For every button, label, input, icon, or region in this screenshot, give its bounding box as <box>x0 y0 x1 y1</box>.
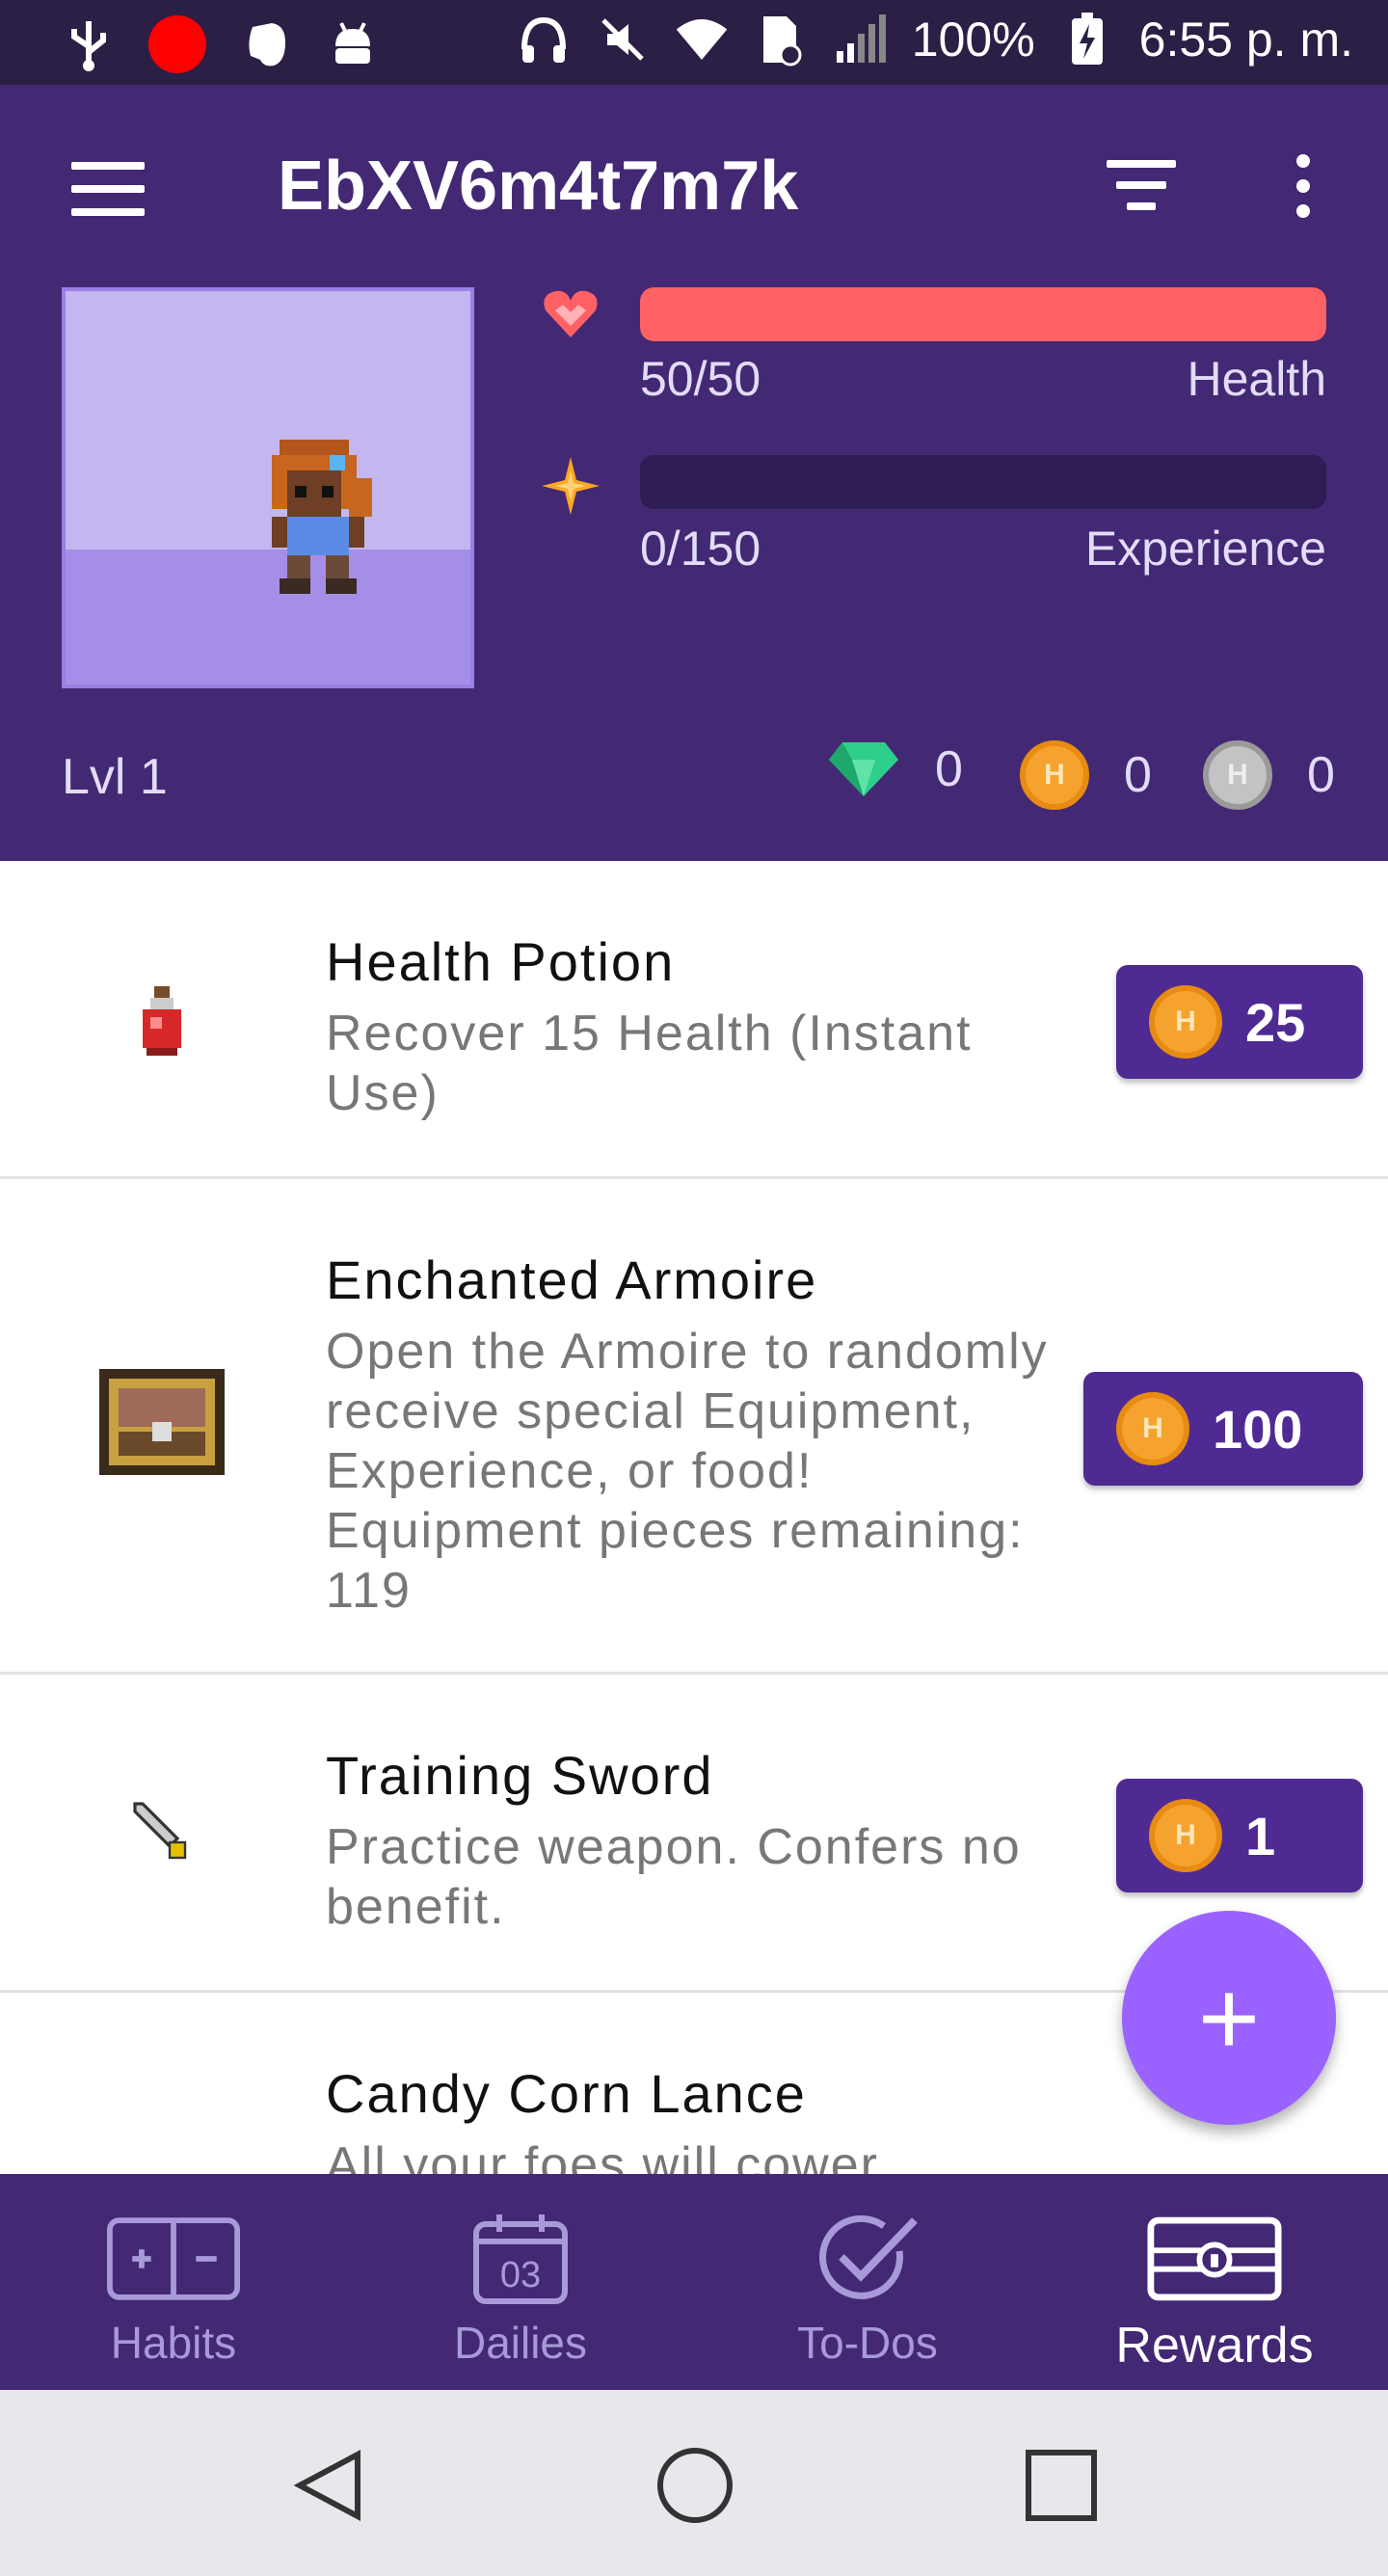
avatar[interactable] <box>62 287 474 688</box>
gem-icon <box>829 742 898 796</box>
filter-icon[interactable] <box>1107 160 1176 218</box>
usb-icon <box>62 17 116 71</box>
buy-button[interactable]: H 1 <box>1116 1779 1363 1892</box>
health-potion-icon <box>94 953 229 1088</box>
star-icon <box>540 455 601 517</box>
headphones-icon <box>517 13 571 67</box>
status-bar: 100% 6:55 p. m. <box>0 0 1388 85</box>
gold-coin-icon: H <box>1149 1799 1222 1872</box>
reward-title: Enchanted Armoire <box>326 1249 818 1310</box>
health-bar-fill <box>640 287 1326 341</box>
tab-todos[interactable]: To-Dos <box>694 2174 1041 2390</box>
price-label: 1 <box>1245 1805 1276 1866</box>
gold-counter: H 0 <box>1020 740 1152 810</box>
tab-label: Habits <box>110 2318 237 2368</box>
tab-label: Dailies <box>453 2318 588 2368</box>
reward-description: Practice weapon. Confers no benefit. <box>326 1819 1022 1935</box>
price-label: 25 <box>1245 991 1306 1053</box>
bottom-navigation: Habits 03 Dailies To-Dos Rewards <box>0 2174 1388 2390</box>
health-label: Health <box>1187 352 1326 406</box>
experience-label: Experience <box>1084 522 1326 576</box>
wifi-icon <box>675 13 729 67</box>
home-icon[interactable] <box>652 2442 738 2529</box>
reward-description: All your foes will cower <box>326 2137 879 2174</box>
clock-time: 6:55 p. m. <box>1138 13 1353 67</box>
avatar-character-icon <box>272 440 372 594</box>
system-navigation-bar <box>0 2390 1388 2576</box>
back-icon[interactable] <box>285 2442 372 2529</box>
reward-title: Health Potion <box>326 931 676 992</box>
reward-title: Training Sword <box>326 1745 714 1806</box>
tab-label: Rewards <box>1115 2318 1314 2374</box>
experience-value: 0/150 <box>640 522 761 576</box>
gem-count: 0 <box>935 741 963 797</box>
silver-counter: H 0 <box>1203 740 1335 810</box>
level-label: Lvl 1 <box>62 749 168 805</box>
recents-icon[interactable] <box>1018 2442 1105 2529</box>
silver-coin-icon: H <box>1203 740 1272 810</box>
habits-icon <box>106 2213 241 2305</box>
tab-rewards[interactable]: Rewards <box>1041 2174 1388 2390</box>
tab-label: To-Dos <box>797 2318 938 2368</box>
calendar-number: 03 <box>499 2255 542 2295</box>
reward-title: Candy Corn Lance <box>326 2063 807 2124</box>
treasure-chest-icon <box>1147 2213 1282 2305</box>
calendar-icon: 03 <box>453 2213 588 2305</box>
reward-description: Open the Armoire to randomly receive spe… <box>326 1324 1049 1619</box>
training-sword-icon <box>94 1763 229 1898</box>
evernote-icon <box>239 17 293 71</box>
reward-description: Recover 15 Health (Instant Use) <box>326 1006 973 1121</box>
list-item[interactable]: Enchanted Armoire Open the Armoire to ra… <box>0 1179 1388 1675</box>
silver-count: 0 <box>1307 747 1335 803</box>
experience-bar <box>640 455 1326 509</box>
page-title: EbXV6m4t7m7k <box>278 148 799 225</box>
battery-charging-icon <box>1060 13 1114 67</box>
gold-coin-icon: H <box>1116 1392 1189 1465</box>
app-header: EbXV6m4t7m7k 50/50 Health 0/150 Experien… <box>0 85 1388 861</box>
health-value: 50/50 <box>640 352 761 406</box>
more-options-icon[interactable] <box>1284 154 1322 224</box>
gem-counter: 0 <box>827 740 963 798</box>
signal-icon <box>833 13 887 67</box>
battery-percent: 100% <box>911 13 1035 67</box>
price-label: 100 <box>1213 1398 1303 1460</box>
mute-icon <box>596 13 650 67</box>
gold-count: 0 <box>1124 747 1152 803</box>
list-item[interactable]: Health Potion Recover 15 Health (Instant… <box>0 861 1388 1179</box>
checkmark-icon <box>800 2213 935 2305</box>
buy-button[interactable]: H 25 <box>1116 965 1363 1079</box>
health-bar <box>640 287 1326 341</box>
gold-coin-icon: H <box>1149 985 1222 1059</box>
gold-coin-icon: H <box>1020 740 1089 810</box>
armoire-chest-icon <box>94 1355 229 1489</box>
menu-icon[interactable] <box>71 162 145 216</box>
tab-dailies[interactable]: 03 Dailies <box>347 2174 694 2390</box>
buy-button[interactable]: H 100 <box>1083 1372 1363 1486</box>
recording-icon <box>148 15 206 73</box>
android-icon <box>326 17 380 71</box>
add-reward-button[interactable]: + <box>1122 1911 1336 2125</box>
data-off-icon <box>754 13 808 67</box>
heart-icon <box>540 287 601 349</box>
tab-habits[interactable]: Habits <box>0 2174 347 2390</box>
